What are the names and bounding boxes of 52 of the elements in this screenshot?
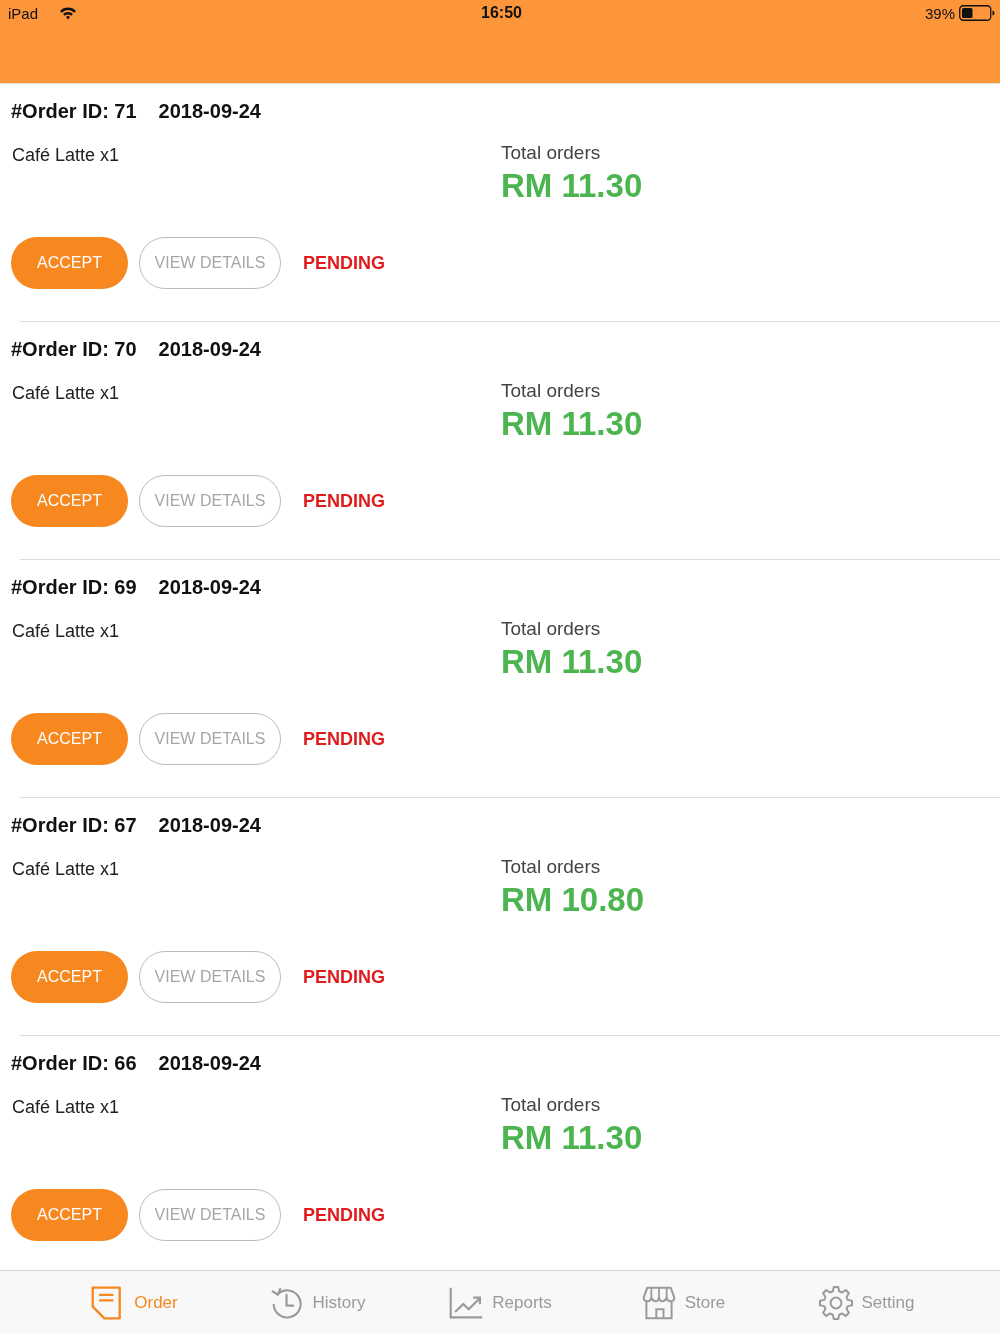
accept-button[interactable]: ACCEPT <box>11 237 128 289</box>
status-label: PENDING <box>303 966 385 988</box>
settings-icon <box>817 1284 854 1321</box>
view-details-button[interactable]: VIEW DETAILS <box>139 237 281 289</box>
tab-button[interactable]: Reports <box>448 1284 552 1321</box>
view-details-button[interactable]: VIEW DETAILS <box>139 713 281 765</box>
status-label: PENDING <box>303 252 385 274</box>
battery-percent: 39% <box>925 4 955 22</box>
total-label: Total orders <box>501 142 601 164</box>
total-label: Total orders <box>501 380 601 402</box>
accept-button[interactable]: ACCEPT <box>11 475 128 527</box>
time-label: 16:50 <box>481 4 522 22</box>
total-amount: RM 11.30 <box>501 404 643 444</box>
order-date: 2018-09-24 <box>158 575 261 599</box>
order-id: #Order ID: 70 <box>11 337 137 361</box>
order-item: Café Latte x1 <box>12 858 121 880</box>
order-id: #Order ID: 67 <box>11 813 137 837</box>
total-amount: RM 11.30 <box>501 1118 643 1158</box>
status-label: PENDING <box>303 1204 385 1226</box>
total-amount: RM 11.30 <box>501 642 643 682</box>
order-item: Café Latte x1 <box>12 144 121 166</box>
order-item: Café Latte x1 <box>12 620 121 642</box>
order-date: 2018-09-24 <box>158 1051 261 1075</box>
order-date: 2018-09-24 <box>158 337 261 361</box>
total-label: Total orders <box>501 856 601 878</box>
carrier-label: iPad <box>8 4 39 22</box>
tab-button[interactable]: History <box>268 1284 366 1321</box>
tab-button[interactable]: Setting <box>817 1284 915 1321</box>
view-details-button[interactable]: VIEW DETAILS <box>139 1189 281 1241</box>
order-id: #Order ID: 69 <box>11 575 137 599</box>
accept-button[interactable]: ACCEPT <box>11 713 128 765</box>
total-label: Total orders <box>501 618 601 640</box>
order-date: 2018-09-24 <box>158 813 261 837</box>
order-item: Café Latte x1 <box>12 1096 121 1118</box>
total-amount: RM 11.30 <box>501 166 643 206</box>
wifi-icon <box>59 6 78 20</box>
status-label: PENDING <box>303 490 385 512</box>
view-details-button[interactable]: VIEW DETAILS <box>139 951 281 1003</box>
order-id: #Order ID: 66 <box>11 1051 137 1075</box>
order-id: #Order ID: 71 <box>11 99 137 123</box>
order-date: 2018-09-24 <box>158 99 261 123</box>
view-details-button[interactable]: VIEW DETAILS <box>139 475 281 527</box>
accept-button[interactable]: ACCEPT <box>11 951 128 1003</box>
battery-icon <box>959 5 995 21</box>
tab-button[interactable]: Store <box>640 1284 726 1321</box>
order-item: Café Latte x1 <box>12 382 121 404</box>
accept-button[interactable]: ACCEPT <box>11 1189 128 1241</box>
total-amount: RM 10.80 <box>501 880 645 920</box>
tab-button[interactable]: Order <box>90 1284 178 1321</box>
store-icon <box>640 1284 677 1321</box>
total-label: Total orders <box>501 1094 601 1116</box>
status-label: PENDING <box>303 728 385 750</box>
